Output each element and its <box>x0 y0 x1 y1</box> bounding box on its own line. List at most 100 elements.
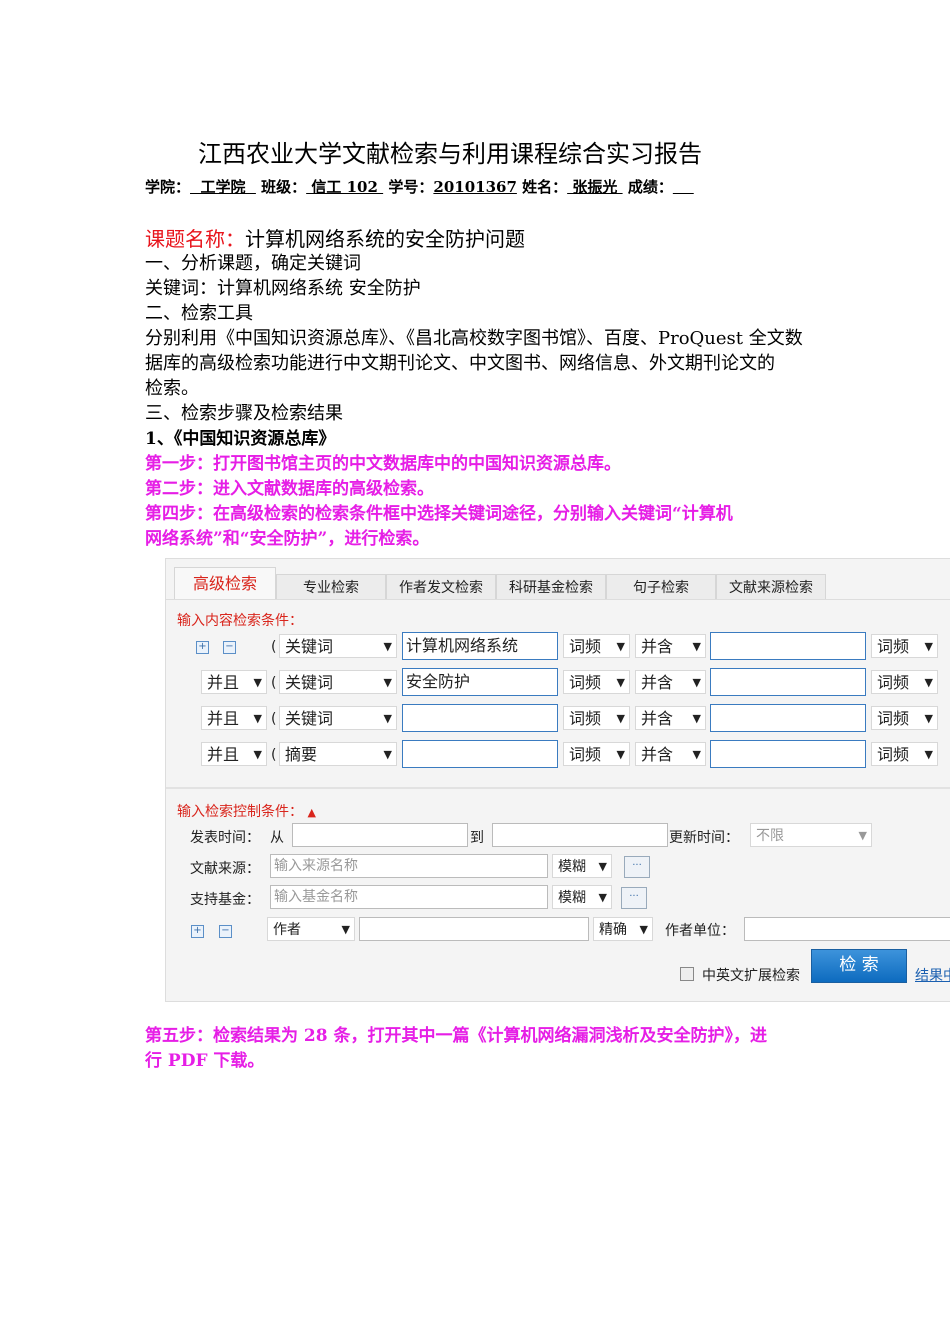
body-line: 1、《中国知识资源总库》 <box>145 429 336 449</box>
search-within-results-link[interactable]: 结果中 <box>915 965 950 985</box>
step-line: 网络系统”和“安全防护”，进行检索。 <box>145 529 430 549</box>
to-date-input[interactable] <box>492 823 668 847</box>
freq-select[interactable]: 词频 <box>563 742 630 767</box>
from-label: 从 <box>270 830 284 846</box>
freq-select[interactable]: 词频 <box>563 670 630 695</box>
add-author-row-icon[interactable]: + <box>191 925 204 938</box>
term2-input[interactable] <box>710 704 866 732</box>
pub-time-label: 发表时间： <box>190 830 260 846</box>
relation-select[interactable]: 并含 <box>635 634 706 659</box>
tab-sentence[interactable]: 句子检索 <box>606 574 716 599</box>
tab-source[interactable]: 文献来源检索 <box>716 574 826 599</box>
term-input[interactable] <box>402 740 558 768</box>
topic: 课题名称：计算机网络系统的安全防护问题 <box>145 223 525 252</box>
relation-select[interactable]: 并含 <box>635 670 706 695</box>
advanced-search-screenshot: 高级检索 专业检索 作者发文检索 科研基金检索 句子检索 文献来源检索 输入内容… <box>165 558 950 1002</box>
to-label: 到 <box>470 830 484 846</box>
freq2-select[interactable]: 词频 <box>871 634 938 659</box>
document-page: 江西农业大学文献检索与利用课程综合实习报告 学院： 工学院 班级： 信工 102… <box>0 0 950 1344</box>
field-select[interactable]: 摘要 <box>279 742 397 767</box>
fund-label: 支持基金： <box>190 892 260 908</box>
paren: ( <box>271 747 277 763</box>
control-label-text: 输入检索控制条件： <box>177 804 303 820</box>
author-field-select[interactable]: 作者 <box>267 917 355 942</box>
id-label: 学号： <box>388 178 434 196</box>
college: 工学院 <box>190 178 256 196</box>
paren: ( <box>271 675 277 691</box>
doc-title: 江西农业大学文献检索与利用课程综合实习报告 <box>198 140 702 168</box>
author-input[interactable] <box>359 917 589 941</box>
expand-label: 中英文扩展检索 <box>702 968 800 984</box>
topic-label: 课题名称： <box>145 227 245 251</box>
logic-select[interactable]: 并且 <box>201 670 267 695</box>
term-input[interactable] <box>402 704 558 732</box>
collapse-icon[interactable]: ▲ <box>307 806 315 819</box>
step-line: 第四步：在高级检索的检索条件框中选择关键词途径，分别输入关键词“计算机 <box>145 504 733 524</box>
fund-browse-button[interactable]: ··· <box>621 887 647 909</box>
name-label: 姓名： <box>522 178 568 196</box>
logic-select[interactable]: 并且 <box>201 706 267 731</box>
class: 信工 102 <box>306 178 384 196</box>
affiliation-label: 作者单位： <box>665 923 735 939</box>
student-name: 张振光 <box>567 178 623 196</box>
step-line: 第二步：进入文献数据库的高级检索。 <box>145 479 434 499</box>
source-label: 文献来源： <box>190 861 260 877</box>
term2-input[interactable] <box>710 668 866 696</box>
tab-fund[interactable]: 科研基金检索 <box>496 574 606 599</box>
field-select[interactable]: 关键词 <box>279 670 397 695</box>
body-line: 关键词：计算机网络系统 安全防护 <box>145 278 421 299</box>
body-line: 分别利用《中国知识资源总库》、《昌北高校数字图书馆》、百度、ProQuest 全… <box>145 328 803 349</box>
score-label: 成绩： <box>627 178 673 196</box>
source-browse-button[interactable]: ··· <box>624 856 650 878</box>
term-input[interactable]: 计算机网络系统 <box>402 632 558 660</box>
paren: ( <box>271 639 277 655</box>
search-button[interactable]: 检 索 <box>811 949 907 983</box>
class-label: 班级： <box>261 178 307 196</box>
tab-advanced[interactable]: 高级检索 <box>174 567 276 600</box>
divider <box>166 599 950 600</box>
body-line: 据库的高级检索功能进行中文期刊论文、中文图书、网络信息、外文期刊论文的 <box>145 353 775 374</box>
relation-select[interactable]: 并含 <box>635 706 706 731</box>
author-match-select[interactable]: 精确 <box>593 917 653 942</box>
topic-value: 计算机网络系统的安全防护问题 <box>245 227 525 251</box>
control-conditions-label: 输入检索控制条件： ▲ <box>177 801 316 821</box>
freq2-select[interactable]: 词频 <box>871 742 938 767</box>
body-line: 检索。 <box>145 378 199 399</box>
term2-input[interactable] <box>710 740 866 768</box>
relation-select[interactable]: 并含 <box>635 742 706 767</box>
fund-match-select[interactable]: 模糊 <box>552 885 612 910</box>
remove-author-row-icon[interactable]: − <box>219 925 232 938</box>
college-label: 学院： <box>145 178 191 196</box>
student-info: 学院： 工学院 班级： 信工 102 学号：20101367 姓名： 张振光 成… <box>145 176 694 197</box>
from-date-input[interactable] <box>292 823 468 847</box>
freq-select[interactable]: 词频 <box>563 634 630 659</box>
source-match-select[interactable]: 模糊 <box>552 854 612 879</box>
freq-select[interactable]: 词频 <box>563 706 630 731</box>
fund-input[interactable]: 输入基金名称 <box>270 885 548 909</box>
field-select[interactable]: 关键词 <box>279 634 397 659</box>
add-row-icon[interactable]: + <box>196 641 209 654</box>
term-input[interactable]: 安全防护 <box>402 668 558 696</box>
remove-row-icon[interactable]: − <box>223 641 236 654</box>
divider <box>166 787 950 789</box>
step-line: 行 PDF 下载。 <box>145 1051 265 1071</box>
freq2-select[interactable]: 词频 <box>871 670 938 695</box>
body-line: 二、检索工具 <box>145 303 253 324</box>
field-select[interactable]: 关键词 <box>279 706 397 731</box>
paren: ( <box>271 711 277 727</box>
content-conditions-label: 输入内容检索条件： <box>177 613 303 629</box>
expand-checkbox[interactable] <box>680 967 694 981</box>
tab-professional[interactable]: 专业检索 <box>276 574 386 599</box>
score <box>673 178 694 196</box>
logic-select[interactable]: 并且 <box>201 742 267 767</box>
update-time-select[interactable]: 不限 <box>750 823 872 848</box>
student-id: 20101367 <box>433 178 517 196</box>
body-line: 三、检索步骤及检索结果 <box>145 403 343 424</box>
step-line: 第一步：打开图书馆主页的中文数据库中的中国知识资源总库。 <box>145 454 621 474</box>
freq2-select[interactable]: 词频 <box>871 706 938 731</box>
term2-input[interactable] <box>710 632 866 660</box>
affiliation-input[interactable] <box>744 917 950 941</box>
source-input[interactable]: 输入来源名称 <box>270 854 548 878</box>
step-line: 第五步：检索结果为 28 条，打开其中一篇《计算机网络漏洞浅析及安全防护》，进 <box>145 1026 767 1046</box>
tab-author[interactable]: 作者发文检索 <box>386 574 496 599</box>
